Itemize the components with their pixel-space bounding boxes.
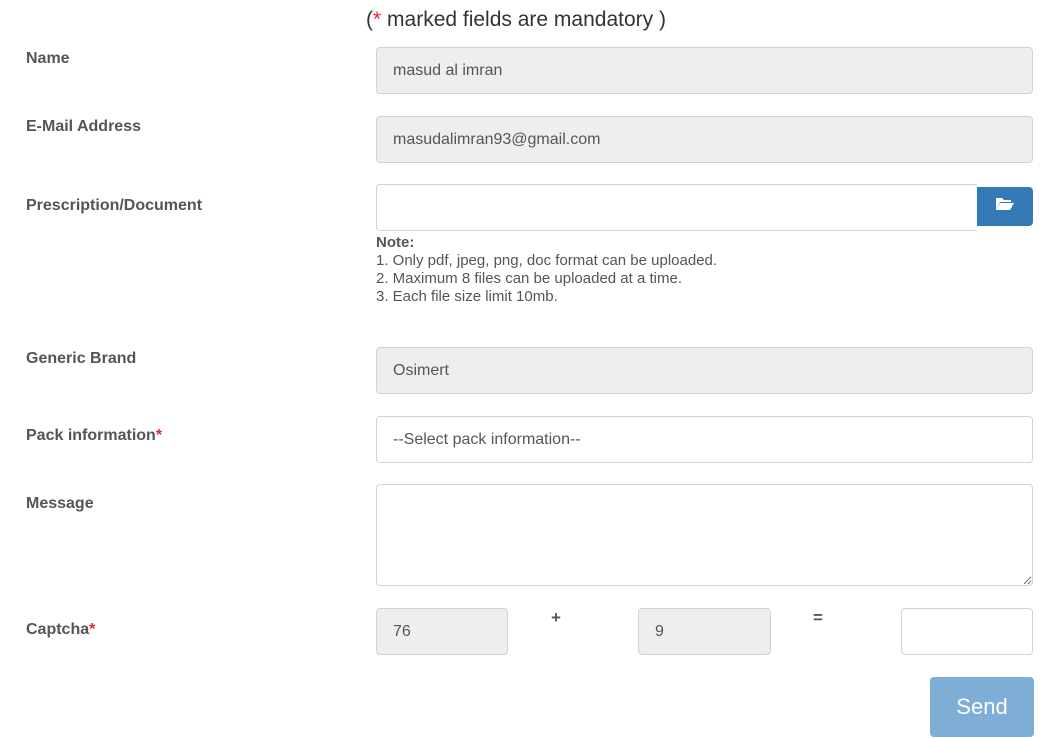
mandatory-note: (* marked fields are mandatory ) (366, 8, 666, 32)
email-label: E-Mail Address (26, 118, 141, 135)
pack-information-label-text: Pack information (26, 427, 156, 444)
send-button[interactable]: Send (930, 677, 1034, 737)
required-star: * (373, 8, 382, 31)
upload-note: Note: 1. Only pdf, jpeg, png, doc format… (376, 234, 717, 306)
name-label: Name (26, 50, 70, 67)
folder-open-icon (995, 196, 1015, 217)
email-field[interactable] (376, 116, 1033, 163)
captcha-operand-b: 9 (638, 608, 771, 655)
pack-information-select[interactable]: --Select pack information-- (376, 416, 1033, 463)
note-line: 1. Only pdf, jpeg, png, doc format can b… (376, 252, 718, 269)
captcha-answer-input[interactable] (901, 608, 1033, 655)
generic-brand-label: Generic Brand (26, 350, 137, 367)
captcha-operand-a-value: 76 (393, 622, 411, 640)
document-file-input[interactable] (376, 184, 977, 231)
document-label: Prescription/Document (26, 197, 203, 214)
document-upload (376, 184, 1033, 231)
browse-button[interactable] (977, 187, 1033, 226)
generic-brand-field[interactable] (376, 347, 1033, 394)
name-field[interactable] (376, 47, 1033, 94)
note-line: 2. Maximum 8 files can be uploaded at a … (376, 270, 682, 287)
captcha-label: Captcha* (26, 621, 95, 639)
mandatory-note-text: marked fields are mandatory ) (381, 8, 666, 31)
captcha-operator: + (551, 608, 561, 627)
captcha-equals: = (813, 608, 823, 627)
note-line: 3. Each file size limit 10mb. (376, 288, 558, 305)
message-textarea[interactable] (376, 484, 1033, 586)
captcha-operand-b-value: 9 (655, 622, 664, 640)
note-title: Note: (376, 234, 415, 251)
pack-information-label: Pack information* (26, 427, 162, 445)
mandatory-note-open: ( (366, 8, 373, 31)
required-star: * (155, 427, 163, 444)
pack-information-selected: --Select pack information-- (393, 430, 581, 448)
captcha-operand-a: 76 (376, 608, 508, 655)
captcha-label-text: Captcha (26, 621, 90, 638)
message-label: Message (26, 495, 94, 512)
required-star: * (89, 621, 96, 638)
